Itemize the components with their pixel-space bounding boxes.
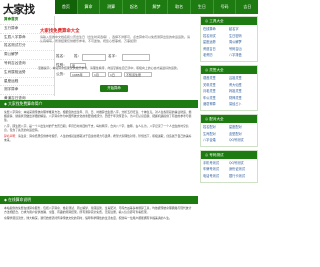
given-name-input[interactable] [122,53,150,61]
oracle-link[interactable]: 易经占卜 [229,102,255,108]
match-box-title: ◎ 配对大全 [201,114,257,123]
notes-article: 本站提供的免费在线算命服务，包括八字算命、姓名测试、周公解梦、星座运势、生肖配对… [0,206,198,220]
tool-link[interactable]: 周公解梦 [229,40,255,46]
tool-link[interactable]: 号码吉凶 [229,47,255,53]
article-paragraph: 命理学源远流长，博大精深，我们始终坚持传承传统文化的同时，倡导科学理性的生活态度… [4,216,172,221]
match-link[interactable]: 生肖配对 [203,132,229,138]
match-link[interactable]: 血型配对 [229,132,255,138]
form-intro-text: 请输入您的中文姓名和公历出生日（出生时间选填），选择不详即可，点击算命可以免费测… [40,35,191,44]
oracle-box: ◎ 灵签大全 观音灵签 吕祖灵签 关帝灵签 黄大仙签 月老灵签 妈祖灵签 车公灵… [200,64,258,111]
oracle-link[interactable]: 财神灵签 [229,96,255,102]
intro-section-banner: ◆ 大家找免费算命简介 [0,100,198,108]
nav-name-pick[interactable]: 取名 [168,0,192,14]
oracle-link[interactable]: 观音灵签 [203,76,229,82]
tool-link[interactable]: 在线算命 [203,27,229,33]
tool-link[interactable]: 老黄历 [203,53,229,59]
nav-fortune[interactable]: 算命 [78,0,101,14]
number-box-title: ◎ 号码测试 [201,150,257,159]
form-tip-text: 温馨提示：本站算命结果仅供娱乐参考，请理性看待，命运掌握在自己手中，积极向上的心… [38,66,180,70]
tool-link[interactable]: 八字排盘 [229,53,255,59]
tools-box: ◎ 工具大全 在线算命 起名字 姓名测试 生日密码 星座运势 周公解梦 黄道吉日… [200,16,258,62]
main-nav: 首页 算命 测算 起名 解梦 取名 生日 号码 吉日 [55,0,258,14]
article-paragraph: 免费八字算命：本站采用传统命理学推算方法，根据您的出生年、月、日、时推算出生辰八… [4,110,192,123]
hour-select[interactable]: 不知道生辰 [124,71,152,77]
match-link[interactable]: 星座配对 [229,125,255,131]
tool-link[interactable]: 星座运势 [203,40,229,46]
match-box: ◎ 配对大全 姓名配对 星座配对 生肖配对 血型配对 八字合婚 QQ号测试 [200,113,258,147]
name-label: 姓名： [56,54,67,58]
match-link[interactable]: 姓名配对 [203,125,229,131]
nav-number[interactable]: 号码 [214,0,237,14]
nav-naming[interactable]: 起名 [123,0,146,14]
nav-birthday[interactable]: 生日 [191,0,214,14]
site-logo[interactable]: 大家找 [3,1,35,17]
given-name-label: 名字： [108,54,119,58]
date-label: 公历： [56,72,67,76]
oracle-link[interactable]: 黄大仙签 [229,83,255,89]
nav-dream[interactable]: 解梦 [146,0,169,14]
notes-section-banner: ◆ 在线算命说明 [0,196,198,204]
number-link[interactable]: 银行卡测试 [229,174,255,180]
oracle-link[interactable]: 关帝灵签 [203,83,229,89]
top-header: 大家找 www.dajiazhao.com 首页 算命 测算 起名 解梦 取名 … [0,0,258,17]
oracle-link[interactable]: 月老灵签 [203,89,229,95]
intro-article: 免费八字算命：本站采用传统命理学推算方法，根据您的出生年、月、日、时推算出生辰八… [0,110,198,144]
article-paragraph: 请注意：算命结果仅供参考娱乐，人生的成就最终取决于自身的努力与选择，希望大家理性… [4,134,192,143]
article-paragraph-with-highlight: 算命声明：请注意：算命结果仅供参考娱乐，人生的成就最终取决于自身的努力与选择，希… [4,134,192,143]
number-box: ◎ 号码测试 手机号测试 QQ号测试 车牌号测试 身份证测试 电话号测试 银行卡… [200,149,258,183]
article-paragraph: 本站提供的免费在线算命服务，包括八字算命、姓名测试、周公解梦、星座运势、生肖配对… [4,206,192,215]
month-select[interactable]: 1月 [92,71,106,77]
right-sidebar: ◎ 工具大全 在线算命 起名字 姓名测试 生日密码 星座运势 周公解梦 黄道吉日… [200,16,258,266]
oracle-link[interactable]: 吕祖灵签 [229,76,255,82]
fortune-form-panel: 大家找免费算命大全 请输入您的中文姓名和公历出生日（出生时间选填），选择不详即可… [36,16,198,98]
nav-test[interactable]: 测算 [100,0,124,14]
number-link[interactable]: 电话号测试 [203,174,229,180]
tool-link[interactable]: 起名字 [229,27,255,33]
nav-home[interactable]: 首页 [55,0,78,14]
tool-link[interactable]: 黄道吉日 [203,47,229,53]
oracle-box-title: ◎ 灵签大全 [201,65,257,74]
tool-link[interactable]: 生日密码 [229,34,255,40]
oracle-link[interactable]: 妈祖灵签 [229,89,255,95]
article-paragraph: 八字，即生辰八字，是一个人出生时的干支历日期；年月日时共四柱干支，每柱两字，合共… [4,124,189,133]
year-select[interactable]: 1985年 [70,71,90,77]
surname-input[interactable] [82,53,106,61]
number-link[interactable]: QQ号测试 [229,161,255,167]
oracle-link[interactable]: 车公灵签 [203,96,229,102]
match-link[interactable]: QQ号测试 [229,138,255,144]
oracle-link[interactable]: 诸葛神算 [203,102,229,108]
nav-lucky-day[interactable]: 吉日 [236,0,258,14]
page-title: 大家找免费算命大全 [40,29,80,34]
day-select[interactable]: 1日 [108,71,122,77]
start-fortune-button[interactable]: 开始算命 [100,85,128,92]
tools-box-title: ◎ 工具大全 [201,17,257,25]
tool-link[interactable]: 姓名测试 [203,34,229,40]
number-link[interactable]: 手机号测试 [203,161,229,167]
site-logo-url: www.dajiazhao.com [4,11,30,14]
surname-label: 姓： [74,54,82,58]
match-link[interactable]: 八字合婚 [203,138,229,144]
number-link[interactable]: 身份证测试 [229,167,255,173]
number-link[interactable]: 车牌号测试 [203,167,229,173]
